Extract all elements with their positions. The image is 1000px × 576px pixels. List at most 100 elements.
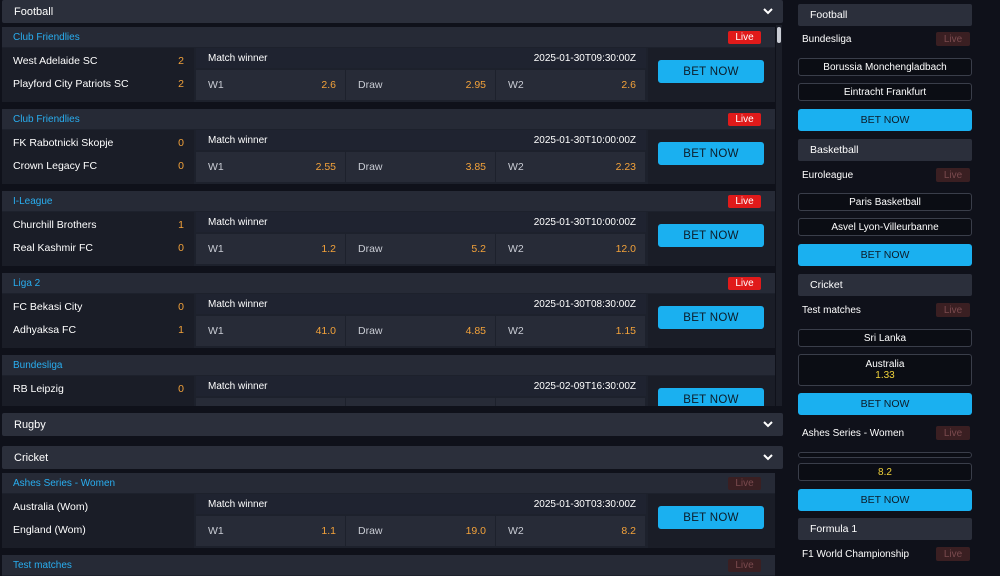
section-cricket-header[interactable]: Cricket (2, 446, 783, 469)
bet-now-button[interactable]: BET NOW (658, 506, 764, 529)
section-football-header[interactable]: Football (2, 0, 783, 23)
sidebar-team[interactable]: Australia 1.33 (798, 354, 972, 386)
live-badge: Live (936, 303, 970, 317)
odd-label: W1 (208, 79, 224, 91)
odd-label: W1 (208, 325, 224, 337)
odd-draw[interactable] (346, 398, 495, 406)
league-name[interactable]: Liga 2 (2, 273, 775, 293)
league-name[interactable]: Test matches (2, 555, 775, 575)
bet-now-button[interactable]: BET NOW (798, 489, 972, 511)
odd-draw[interactable]: Draw 2.95 (346, 70, 495, 100)
odd-value: 5.2 (471, 243, 486, 255)
team-score: 2 (178, 78, 184, 90)
odd-w2[interactable]: W2 1.15 (496, 316, 645, 346)
team-score: 0 (178, 160, 184, 172)
odd-w2[interactable]: W2 12.0 (496, 234, 645, 264)
odd-w1[interactable]: W1 1.1 (196, 516, 345, 546)
odd-w1[interactable]: W1 2.6 (196, 70, 345, 100)
home-team-row: Australia (Wom) (13, 497, 184, 517)
market-header: Match winner 2025-01-30T10:00:00Z (196, 212, 646, 232)
teams: Australia (Wom) England (Wom) (2, 494, 194, 548)
odd-draw[interactable]: Draw 3.85 (346, 152, 495, 182)
team-score: 0 (178, 242, 184, 254)
team-name: West Adelaide SC (13, 55, 98, 67)
team-name: Churchill Brothers (13, 219, 97, 231)
bet-now-button[interactable]: BET NOW (658, 306, 764, 329)
odd-value: 41.0 (315, 325, 336, 337)
odd-label: Draw (358, 161, 383, 173)
market-header: Match winner 2025-02-09T16:30:00Z (196, 376, 646, 396)
odd-draw[interactable]: Draw 19.0 (346, 516, 495, 546)
odd-w1[interactable]: W1 1.2 (196, 234, 345, 264)
bet-now-button[interactable]: BET NOW (798, 244, 972, 266)
team-score: 0 (178, 383, 184, 395)
market: Match winner 2025-01-30T10:00:00Z W1 1.2 D… (196, 212, 646, 266)
odd-w1[interactable] (196, 398, 345, 406)
sidebar-formula1-header[interactable]: Formula 1 (798, 518, 972, 540)
scrollbar[interactable] (776, 25, 782, 406)
away-team-row: England (Wom) (13, 520, 184, 540)
market-header: Match winner 2025-01-30T03:30:00Z (196, 494, 646, 514)
market-name: Match winner (208, 134, 268, 146)
league-name: Test matches (802, 304, 861, 316)
odd-draw[interactable]: Draw 5.2 (346, 234, 495, 264)
sidebar-football-header[interactable]: Football (798, 4, 972, 26)
bet-now-button[interactable]: BET NOW (658, 60, 764, 83)
sidebar-basketball-header[interactable]: Basketball (798, 139, 972, 161)
bet-now-button[interactable]: BET NOW (658, 388, 764, 406)
teams: RB Leipzig 0 (2, 376, 194, 406)
bet-cell: BET NOW (648, 376, 775, 406)
sidebar-team[interactable] (798, 452, 972, 458)
team-odds: 1.33 (875, 370, 895, 381)
sidebar-team[interactable]: Borussia Monchengladbach (798, 58, 972, 76)
match-time: 2025-01-30T03:30:00Z (533, 498, 636, 510)
chevron-down-icon[interactable] (762, 418, 774, 430)
chevron-down-icon[interactable] (762, 5, 774, 17)
odd-value: 1.15 (615, 325, 636, 337)
bet-now-button[interactable]: BET NOW (798, 109, 972, 131)
league-name[interactable]: I-League (2, 191, 775, 211)
market: Match winner 2025-02-09T16:30:00Z (196, 376, 646, 406)
odd-w1[interactable]: W1 2.55 (196, 152, 345, 182)
league-name[interactable]: Bundesliga (2, 355, 775, 375)
league-name[interactable]: Club Friendlies (2, 109, 775, 129)
sidebar-team[interactable]: Paris Basketball (798, 193, 972, 211)
sidebar-team[interactable]: Eintracht Frankfurt (798, 83, 972, 101)
bet-now-button[interactable]: BET NOW (798, 393, 972, 415)
sidebar-odds[interactable]: 8.2 (798, 463, 972, 481)
sidebar-team[interactable]: Sri Lanka (798, 329, 972, 347)
team-score: 2 (178, 55, 184, 67)
league-name[interactable]: Club Friendlies (2, 27, 775, 47)
scrollbar-thumb[interactable] (777, 27, 781, 43)
odd-w2[interactable]: W2 2.6 (496, 70, 645, 100)
league-name[interactable]: Ashes Series - Women (2, 473, 775, 493)
live-badge: Live (936, 168, 970, 182)
team-name: England (Wom) (13, 524, 86, 536)
bet-now-button[interactable]: BET NOW (658, 142, 764, 165)
team-name: Playford City Patriots SC (13, 78, 129, 90)
market: Match winner 2025-01-30T09:30:00Z W1 2.6 D… (196, 48, 646, 102)
odd-value: 2.6 (621, 79, 636, 91)
odd-w1[interactable]: W1 41.0 (196, 316, 345, 346)
match-time: 2025-02-09T16:30:00Z (533, 380, 636, 392)
sidebar-cricket-header[interactable]: Cricket (798, 274, 972, 296)
section-rugby-header[interactable]: Rugby (2, 413, 783, 436)
market-header: Match winner 2025-01-30T09:30:00Z (196, 48, 646, 68)
bet-cell: BET NOW (648, 212, 775, 266)
live-badge: Live (936, 32, 970, 46)
odd-w2[interactable] (496, 398, 645, 406)
bet-now-button[interactable]: BET NOW (658, 224, 764, 247)
odd-w2[interactable]: W2 8.2 (496, 516, 645, 546)
match-card: Club Friendlies Live FK Rabotnicki Skopj… (2, 109, 775, 184)
odd-value: 3.85 (465, 161, 486, 173)
odd-draw[interactable]: Draw 4.85 (346, 316, 495, 346)
league-name: F1 World Championship (802, 548, 910, 560)
market-name: Match winner (208, 216, 268, 228)
chevron-down-icon[interactable] (762, 451, 774, 463)
odd-label: W2 (508, 243, 524, 255)
sidebar-team[interactable]: Asvel Lyon-Villeurbanne (798, 218, 972, 236)
odd-w2[interactable]: W2 2.23 (496, 152, 645, 182)
live-badge: Live (936, 426, 970, 440)
league-name: Bundesliga (802, 33, 852, 45)
odd-label: W1 (208, 243, 224, 255)
